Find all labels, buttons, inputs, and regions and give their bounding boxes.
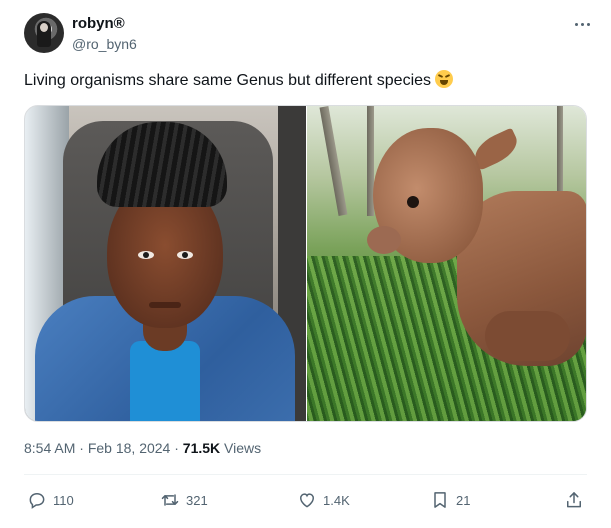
laughing-emoji-icon	[435, 70, 454, 88]
tweet-media[interactable]	[24, 105, 587, 422]
repost-icon	[161, 494, 179, 506]
author-handle[interactable]: @ro_byn6	[72, 36, 137, 52]
blue-shirt	[130, 341, 200, 421]
calf-nose	[367, 226, 401, 254]
reply-count: 110	[53, 492, 74, 508]
reply-icon	[29, 492, 45, 509]
reply-button[interactable]: 110	[27, 486, 74, 514]
views-label: Views	[220, 440, 262, 456]
right-eye	[177, 251, 193, 259]
mouth	[149, 302, 181, 308]
left-eye	[138, 251, 154, 259]
tweet-text: Living organisms share same Genus but di…	[24, 70, 454, 90]
action-bar: 110 321 1.4K 21	[0, 486, 611, 514]
calf-eye	[407, 196, 419, 208]
tweet-time[interactable]: 8:54 AM	[24, 440, 75, 456]
share-button[interactable]	[564, 486, 584, 514]
bookmark-icon	[434, 492, 446, 508]
bookmark-count: 21	[456, 492, 471, 508]
photo-girl[interactable]	[25, 106, 306, 421]
meta-separator: ·	[75, 440, 88, 456]
views-count[interactable]: 71.5K	[183, 440, 220, 456]
repost-button[interactable]: 321	[160, 486, 208, 514]
avatar[interactable]	[24, 13, 64, 53]
tweet-meta: 8:54 AM · Feb 18, 2024 · 71.5K Views	[24, 440, 261, 456]
calf-leg	[485, 311, 570, 361]
tweet-card: robyn® @ro_byn6 Living organisms share s…	[0, 0, 611, 528]
author-name[interactable]: robyn®	[72, 15, 125, 32]
bookmark-button[interactable]: 21	[430, 486, 470, 514]
tweet-date[interactable]: Feb 18, 2024	[88, 440, 171, 456]
more-icon[interactable]	[570, 14, 594, 34]
share-icon	[567, 492, 581, 508]
tweet-text-content: Living organisms share same Genus but di…	[24, 72, 432, 89]
meta-separator: ·	[170, 440, 183, 456]
avatar-face	[40, 23, 48, 32]
heart-icon	[299, 493, 315, 508]
like-button[interactable]: 1.4K	[297, 486, 350, 514]
photo-calf[interactable]	[307, 106, 586, 421]
repost-count: 321	[186, 492, 208, 508]
tree-trunk	[319, 106, 348, 216]
like-count: 1.4K	[323, 492, 350, 508]
divider	[24, 474, 587, 475]
